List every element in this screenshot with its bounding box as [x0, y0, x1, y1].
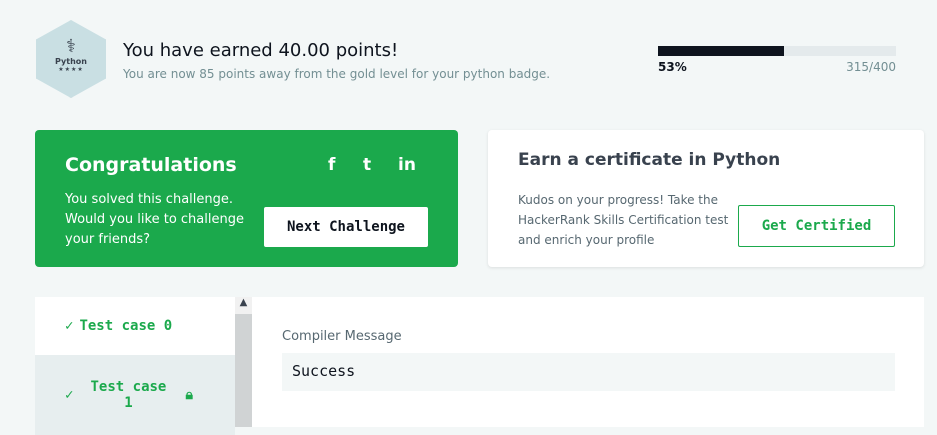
scrollbar[interactable]: ▲: [235, 297, 252, 427]
get-certified-button[interactable]: Get Certified: [738, 205, 895, 247]
points-earned: You have earned 40.00 points!: [123, 40, 399, 61]
tab-test-case-0[interactable]: ✓ Test case 0: [35, 297, 235, 355]
linkedin-icon[interactable]: in: [398, 155, 416, 175]
congratulations-card: Congratulations f t in You solved this c…: [35, 130, 458, 267]
progress-percent: 53%: [658, 60, 687, 74]
compiler-message-label: Compiler Message: [282, 329, 402, 344]
tab-test-case-1[interactable]: ✓ Test case 1 🔒︎: [35, 355, 235, 435]
compiler-output: Success: [282, 353, 895, 391]
progress-bar: [658, 46, 896, 56]
progress-fill: [658, 46, 785, 56]
certificate-title: Earn a certificate in Python: [518, 150, 781, 170]
points-away: You are now 85 points away from the gold…: [123, 67, 551, 81]
python-badge: ⚕ Python ★★★★: [36, 20, 106, 98]
python-logo-icon: ⚕: [66, 36, 76, 57]
congrats-message: You solved this challenge. Would you lik…: [65, 192, 244, 247]
certificate-message: Kudos on your progress! Take the HackerR…: [518, 193, 729, 247]
lock-icon: 🔒︎: [185, 387, 193, 403]
badge-stars: ★★★★: [58, 66, 84, 73]
congrats-title: Congratulations: [65, 154, 237, 176]
progress-count: 315/400: [846, 60, 896, 74]
scroll-up-icon[interactable]: ▲: [235, 297, 252, 314]
check-icon: ✓: [65, 387, 74, 403]
badge-language: Python: [55, 57, 87, 66]
certificate-card: Earn a certificate in Python Kudos on yo…: [488, 130, 924, 267]
facebook-icon[interactable]: f: [328, 155, 335, 175]
test-results-panel: ✓ Test case 0 ✓ Test case 1 🔒︎ ▲ Compiler M…: [35, 297, 924, 435]
test-label: Test case 1: [90, 379, 167, 411]
next-challenge-button[interactable]: Next Challenge: [264, 207, 428, 247]
twitter-icon[interactable]: t: [363, 155, 371, 175]
check-icon: ✓: [65, 318, 74, 334]
test-label: Test case 0: [79, 318, 173, 334]
